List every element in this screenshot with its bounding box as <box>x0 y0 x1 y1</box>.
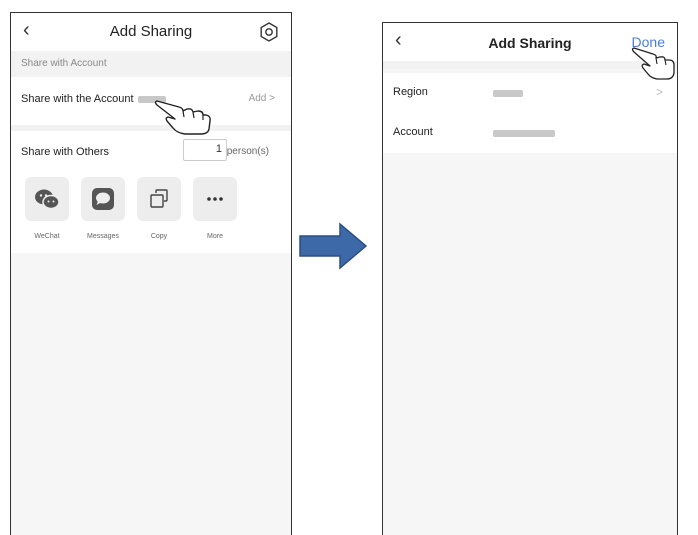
section-header-label: Share with Account <box>21 58 107 69</box>
share-with-account-row[interactable]: Share with the Account Add > <box>11 77 291 125</box>
wechat-icon <box>35 189 60 210</box>
settings-icon[interactable] <box>259 22 279 42</box>
copy-caption: Copy <box>150 233 168 240</box>
right-arrow-icon <box>299 222 368 270</box>
messages-caption: Messages <box>87 233 119 240</box>
messages-share-button[interactable] <box>81 177 125 221</box>
messages-icon <box>92 188 114 210</box>
person-unit-label: person(s) <box>226 146 269 157</box>
person-count-input[interactable]: 1 <box>183 139 227 161</box>
left-phone-screen: ‹ Add Sharing Share with Account Share w… <box>10 12 292 535</box>
copy-share-button[interactable] <box>137 177 181 221</box>
right-phone-screen: ‹ Add Sharing Done Region > Account <box>382 22 678 535</box>
add-button[interactable]: Add > <box>249 93 275 104</box>
account-row[interactable]: Account <box>383 113 677 153</box>
more-icon <box>207 197 223 201</box>
left-nav-bar: ‹ Add Sharing <box>11 13 291 51</box>
wechat-share-button[interactable] <box>25 177 69 221</box>
region-label: Region <box>393 86 428 98</box>
wechat-caption: WeChat <box>34 233 60 240</box>
copy-icon <box>150 189 168 208</box>
account-label: Account <box>393 126 433 138</box>
share-others-label: Share with Others <box>21 146 110 158</box>
blurred-region-value <box>493 90 523 97</box>
more-share-button[interactable] <box>193 177 237 221</box>
share-with-account-header: Share with Account <box>11 51 291 77</box>
share-account-label: Share with the Account <box>21 93 166 105</box>
share-with-others-block: Share with Others 1 person(s) WeChat Mes… <box>11 131 291 253</box>
more-caption: More <box>207 233 223 240</box>
pointing-hand-icon <box>631 47 675 80</box>
pointing-hand-icon <box>154 100 211 135</box>
blurred-account-value <box>493 130 555 137</box>
page-title: Add Sharing <box>109 23 193 40</box>
chevron-right-icon: > <box>655 85 663 99</box>
person-count-value: 1 <box>215 143 222 155</box>
